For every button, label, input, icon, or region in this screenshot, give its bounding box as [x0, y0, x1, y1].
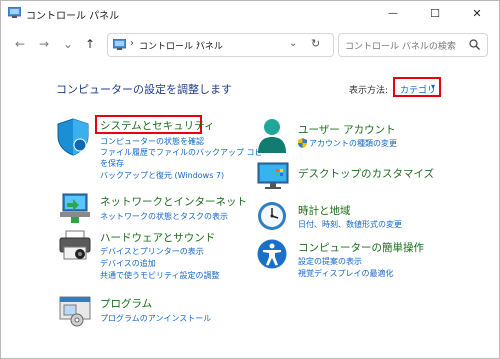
- minimize-button[interactable]: —: [373, 1, 413, 25]
- accessibility-icon[interactable]: [256, 238, 288, 270]
- link-backup-restore[interactable]: バックアップと復元 (Windows 7): [100, 170, 224, 181]
- breadcrumb-separator: ›: [130, 38, 134, 49]
- monitor-icon[interactable]: [256, 161, 290, 191]
- title-bar: コントロール パネル — ☐ ✕: [1, 1, 499, 25]
- breadcrumb-control-panel[interactable]: コントロール パネル: [139, 39, 223, 52]
- window-title: コントロール パネル: [26, 11, 120, 22]
- link-date-time-format[interactable]: 日付、時刻、数値形式の変更: [298, 219, 402, 230]
- control-panel-icon: [8, 7, 21, 18]
- category-network-internet[interactable]: ネットワークとインターネット: [100, 194, 247, 209]
- link-network-status-tasks[interactable]: ネットワークの状態とタスクの表示: [100, 211, 228, 222]
- recent-locations-button[interactable]: ⌄: [59, 34, 77, 54]
- link-check-computer-status[interactable]: コンピューターの状態を確認: [100, 136, 204, 147]
- programs-icon[interactable]: [58, 295, 92, 327]
- link-uninstall-program[interactable]: プログラムのアンインストール: [100, 313, 211, 324]
- link-devices-printers[interactable]: デバイスとプリンターの表示: [100, 246, 204, 257]
- shield-icon[interactable]: [56, 118, 90, 156]
- chevron-down-icon: ⌄: [62, 37, 74, 51]
- back-arrow-icon: ←: [14, 37, 26, 51]
- link-mobility-settings[interactable]: 共通で使うモビリティ設定の調整: [100, 270, 220, 281]
- category-programs[interactable]: プログラム: [100, 296, 152, 311]
- printer-icon[interactable]: [58, 229, 92, 261]
- page-heading: コンピューターの設定を調整します: [56, 83, 232, 96]
- maximize-button[interactable]: ☐: [415, 1, 455, 25]
- category-system-security[interactable]: システムとセキュリティ: [100, 118, 215, 133]
- search-input[interactable]: コントロール パネルの検索: [345, 39, 456, 52]
- link-file-history-backup[interactable]: ファイル履歴でファイルのバックアップ コピー: [100, 147, 271, 158]
- breadcrumb-separator[interactable]: ›: [196, 38, 200, 49]
- navigation-bar: ← → ⌄ ↑ › コントロール パネル › ⌄ ↻ コントロール パネルの検索: [1, 31, 499, 57]
- category-desktop-customization[interactable]: デスクトップのカスタマイズ: [298, 166, 434, 181]
- view-by-label: 表示方法:: [349, 86, 389, 96]
- category-clock-region[interactable]: 時計と地域: [298, 203, 351, 218]
- link-add-device[interactable]: デバイスの追加: [100, 258, 156, 269]
- address-bar[interactable]: › コントロール パネル › ⌄ ↻: [107, 33, 334, 57]
- uac-shield-icon: [298, 138, 307, 148]
- clock-icon[interactable]: [256, 200, 288, 232]
- back-button[interactable]: ←: [11, 34, 29, 54]
- forward-arrow-icon: →: [38, 37, 50, 51]
- up-button[interactable]: ↑: [81, 34, 99, 54]
- caret-down-icon[interactable]: ▾: [431, 82, 435, 91]
- user-icon[interactable]: [256, 117, 288, 157]
- control-panel-window: コントロール パネル — ☐ ✕ ← → ⌄ ↑ › コントロール パネル › …: [0, 0, 500, 359]
- search-icon[interactable]: [469, 39, 480, 50]
- category-ease-of-access[interactable]: コンピューターの簡単操作: [298, 240, 424, 255]
- link-file-history-backup-cont[interactable]: を保存: [100, 158, 124, 169]
- link-change-account-type[interactable]: アカウントの種類の変更: [309, 138, 397, 149]
- forward-button[interactable]: →: [35, 34, 53, 54]
- control-panel-icon: [113, 39, 126, 50]
- link-optimize-visual-display[interactable]: 視覚ディスプレイの最適化: [298, 268, 393, 279]
- category-user-accounts[interactable]: ユーザー アカウント: [298, 122, 396, 137]
- view-by-dropdown[interactable]: カテゴリ ▾: [393, 77, 441, 97]
- link-settings-suggestions[interactable]: 設定の提案の表示: [298, 256, 362, 267]
- close-button[interactable]: ✕: [457, 1, 497, 25]
- refresh-icon[interactable]: ↻: [311, 37, 320, 50]
- network-icon[interactable]: [58, 192, 92, 224]
- category-hardware-sound[interactable]: ハードウェアとサウンド: [100, 230, 215, 245]
- search-box[interactable]: コントロール パネルの検索: [338, 33, 488, 57]
- up-arrow-icon: ↑: [84, 37, 96, 51]
- address-dropdown-icon[interactable]: ⌄: [289, 38, 297, 49]
